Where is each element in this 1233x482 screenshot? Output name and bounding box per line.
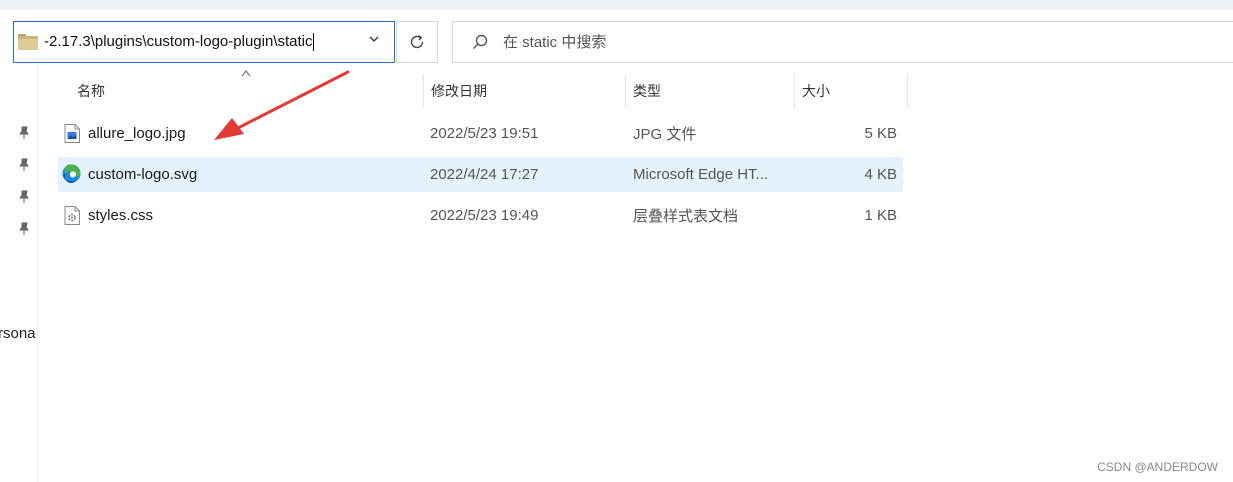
column-header-label: 修改日期: [431, 83, 487, 99]
css-file-icon: [64, 206, 80, 225]
file-row[interactable]: allure_logo.jpg 2022/5/23 19:51 JPG 文件 5…: [58, 116, 903, 151]
edge-browser-icon: [62, 164, 81, 183]
annotation-arrow: [214, 70, 350, 140]
search-input[interactable]: [503, 33, 1103, 51]
watermark: CSDN @ANDERDOW: [1097, 460, 1218, 474]
column-header-size[interactable]: 大小: [794, 74, 907, 108]
file-row[interactable]: custom-logo.svg 2022/4/24 17:27 Microsof…: [58, 157, 903, 192]
file-name: allure_logo.jpg: [88, 125, 186, 142]
address-path: -2.17.3\plugins\custom-logo-plugin\stati…: [44, 32, 313, 50]
column-header-date[interactable]: 修改日期: [423, 74, 625, 108]
pin-icon[interactable]: [17, 158, 31, 172]
file-date: 2022/5/23 19:49: [430, 207, 539, 224]
file-row[interactable]: styles.css 2022/5/23 19:49 层叠样式表文档 1 KB: [58, 198, 903, 233]
refresh-icon: [410, 34, 424, 49]
image-file-icon: [64, 124, 80, 143]
file-name: custom-logo.svg: [88, 166, 198, 183]
window-top-strip: [0, 0, 1233, 10]
search-box[interactable]: [452, 21, 1233, 63]
column-header-label: 名称: [77, 83, 105, 99]
address-bar[interactable]: -2.17.3\plugins\custom-logo-plugin\stati…: [13, 21, 395, 63]
text-caret: [313, 33, 315, 52]
file-size: 1 KB: [864, 207, 897, 224]
file-size: 4 KB: [864, 166, 897, 183]
file-date: 2022/5/23 19:51: [430, 125, 539, 142]
pin-icon[interactable]: [17, 222, 31, 236]
file-type: Microsoft Edge HT...: [633, 166, 769, 183]
chevron-down-icon[interactable]: [368, 32, 380, 48]
pin-icon[interactable]: [17, 190, 31, 204]
navigation-pane: rsona: [0, 64, 38, 482]
search-icon: [473, 34, 488, 49]
column-header-label: 大小: [802, 83, 830, 99]
file-type: 层叠样式表文档: [633, 208, 739, 225]
column-divider[interactable]: [907, 74, 908, 108]
folder-icon: [18, 34, 38, 50]
pin-icon[interactable]: [17, 126, 31, 140]
file-date: 2022/4/24 17:27: [430, 166, 539, 183]
column-header-label: 类型: [633, 83, 661, 99]
column-header-type[interactable]: 类型: [625, 74, 794, 108]
file-name: styles.css: [88, 207, 154, 224]
refresh-button[interactable]: [396, 21, 438, 63]
nav-item-label[interactable]: rsona: [0, 325, 36, 342]
file-type: JPG 文件: [633, 126, 697, 143]
file-size: 5 KB: [864, 125, 897, 142]
column-header-name[interactable]: 名称: [69, 74, 423, 108]
